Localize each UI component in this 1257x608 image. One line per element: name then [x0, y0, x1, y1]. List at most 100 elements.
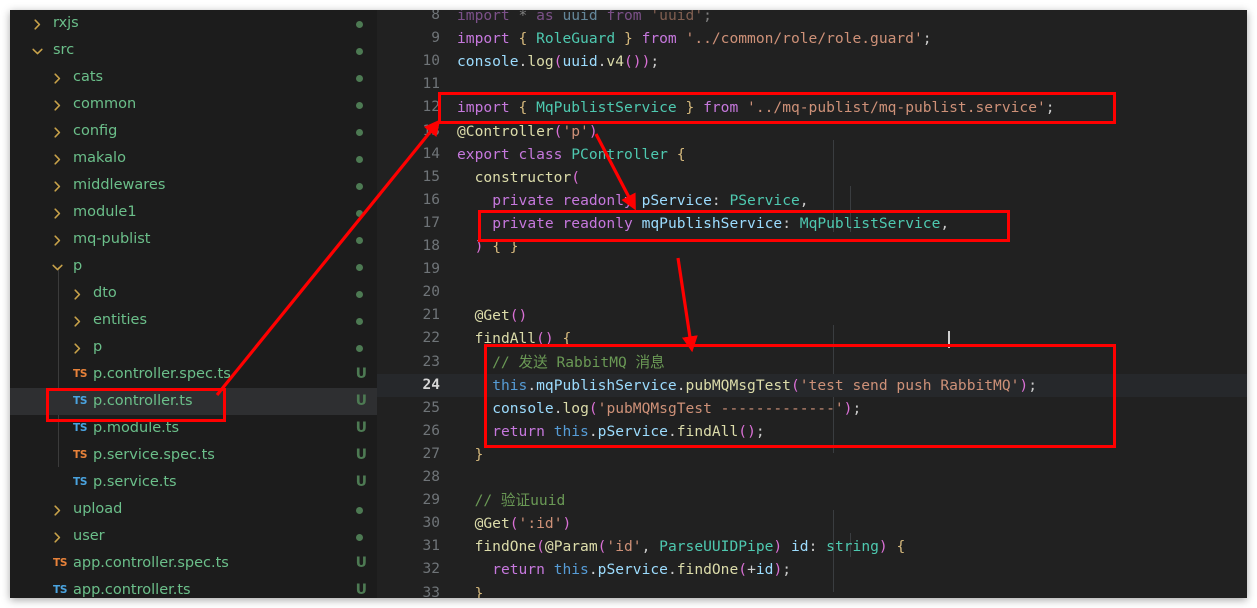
explorer-file-row[interactable]: TSp.controller.tsU — [10, 388, 377, 415]
explorer-folder-row[interactable]: dto — [10, 280, 377, 307]
chevron-down-icon[interactable] — [32, 37, 44, 64]
line-number: 9 — [377, 27, 440, 50]
explorer-file-row[interactable]: TSp.service.spec.tsU — [10, 442, 377, 469]
explorer-item-label: p — [93, 334, 102, 361]
line-number: 27 — [377, 443, 440, 466]
explorer-item-label: module1 — [73, 199, 137, 226]
chevron-right-icon[interactable] — [72, 280, 84, 307]
git-status-badge: U — [356, 415, 367, 442]
explorer-item-label: config — [73, 118, 117, 145]
folder-status-dot-icon — [356, 237, 363, 244]
explorer-item-label: p — [73, 253, 82, 280]
line-number: 10 — [377, 50, 440, 73]
explorer-folder-row[interactable]: p — [10, 253, 377, 280]
code-text: console.log(uuid.v4()); — [457, 50, 659, 73]
editor-line[interactable] — [377, 281, 1247, 304]
explorer-item-label: user — [73, 523, 105, 550]
explorer-folder-row[interactable]: upload — [10, 496, 377, 523]
code-text: // 发送 RabbitMQ 消息 — [457, 351, 665, 374]
code-text: export class PController { — [457, 143, 686, 166]
explorer-folder-row[interactable]: config — [10, 118, 377, 145]
folder-status-dot-icon — [356, 183, 363, 190]
chevron-down-icon[interactable] — [52, 253, 64, 280]
code-text: import { RoleGuard } from '../common/rol… — [457, 27, 932, 50]
chevron-right-icon[interactable] — [52, 64, 64, 91]
line-number: 13 — [377, 120, 440, 143]
code-text: private readonly mqPublishService: MqPub… — [457, 212, 949, 235]
line-number: 17 — [377, 212, 440, 235]
chevron-right-icon[interactable] — [52, 145, 64, 172]
line-number: 26 — [377, 420, 440, 443]
explorer-item-label: p.controller.ts — [93, 388, 193, 415]
chevron-right-icon[interactable] — [72, 334, 84, 361]
explorer-folder-row[interactable]: p — [10, 334, 377, 361]
line-number: 19 — [377, 258, 440, 281]
explorer-item-label: mq-publist — [73, 226, 150, 253]
chevron-right-icon[interactable] — [32, 10, 44, 37]
explorer-file-row[interactable]: TSp.service.tsU — [10, 469, 377, 496]
line-number: 20 — [377, 281, 440, 304]
line-number: 33 — [377, 582, 440, 599]
editor-line[interactable] — [377, 466, 1247, 489]
explorer-item-label: p.service.spec.ts — [93, 442, 215, 469]
explorer-folder-row[interactable]: src — [10, 37, 377, 64]
chevron-right-icon[interactable] — [52, 199, 64, 226]
explorer-item-label: app.controller.ts — [73, 577, 191, 598]
explorer-folder-row[interactable]: cats — [10, 64, 377, 91]
git-status-badge: U — [356, 442, 367, 469]
explorer-item-label: app.controller.spec.ts — [73, 550, 229, 577]
editor-line[interactable] — [377, 443, 1247, 466]
code-text: ) { } — [457, 235, 519, 258]
explorer-file-row[interactable]: TSp.module.tsU — [10, 415, 377, 442]
line-number: 22 — [377, 327, 440, 350]
explorer-file-row[interactable]: TSapp.controller.spec.tsU — [10, 550, 377, 577]
line-number: 31 — [377, 535, 440, 558]
code-editor[interactable]: 8import * as uuid from 'uuid';9import { … — [377, 10, 1247, 598]
line-number: 16 — [377, 189, 440, 212]
explorer-file-row[interactable]: TSp.controller.spec.tsU — [10, 361, 377, 388]
explorer-folder-row[interactable]: entities — [10, 307, 377, 334]
chevron-right-icon[interactable] — [52, 91, 64, 118]
editor-line[interactable] — [377, 258, 1247, 281]
vscode-window: rxjssrccatscommonconfigmakalomiddlewares… — [10, 10, 1247, 598]
explorer-item-label: dto — [93, 280, 117, 307]
ts-icon: TS — [73, 388, 87, 415]
git-status-badge: U — [356, 361, 367, 388]
line-number: 29 — [377, 489, 440, 512]
chevron-right-icon[interactable] — [52, 496, 64, 523]
code-text: return this.pService.findOne(+id); — [457, 558, 791, 581]
code-text: this.mqPublishService.pubMQMsgTest('test… — [457, 374, 1037, 397]
explorer-item-label: p.service.ts — [93, 469, 177, 496]
file-explorer-sidebar[interactable]: rxjssrccatscommonconfigmakalomiddlewares… — [10, 10, 377, 598]
line-number: 23 — [377, 351, 440, 374]
code-text: // 验证uuid — [457, 489, 565, 512]
explorer-folder-row[interactable]: middlewares — [10, 172, 377, 199]
code-text: @Get(':id') — [457, 512, 571, 535]
explorer-item-label: upload — [73, 496, 122, 523]
chevron-right-icon[interactable] — [72, 307, 84, 334]
line-number: 30 — [377, 512, 440, 535]
explorer-item-label: entities — [93, 307, 147, 334]
text-cursor — [948, 331, 950, 348]
explorer-folder-row[interactable]: mq-publist — [10, 226, 377, 253]
chevron-right-icon[interactable] — [52, 226, 64, 253]
git-status-badge: U — [356, 550, 367, 577]
explorer-folder-row[interactable]: makalo — [10, 145, 377, 172]
explorer-folder-row[interactable]: module1 — [10, 199, 377, 226]
line-number: 28 — [377, 466, 440, 489]
editor-line[interactable] — [377, 73, 1247, 96]
code-text: @Controller('p') — [457, 120, 598, 143]
explorer-folder-row[interactable]: user — [10, 523, 377, 550]
explorer-folder-row[interactable]: rxjs — [10, 10, 377, 37]
code-text: findAll() { — [457, 327, 571, 350]
explorer-file-row[interactable]: TSapp.controller.tsU — [10, 577, 377, 598]
explorer-folder-row[interactable]: common — [10, 91, 377, 118]
line-number: 8 — [377, 10, 440, 27]
explorer-item-label: p.controller.spec.ts — [93, 361, 231, 388]
chevron-right-icon[interactable] — [52, 118, 64, 145]
folder-status-dot-icon — [356, 507, 363, 514]
code-text: constructor( — [457, 166, 580, 189]
chevron-right-icon[interactable] — [52, 523, 64, 550]
chevron-right-icon[interactable] — [52, 172, 64, 199]
editor-line[interactable] — [377, 582, 1247, 599]
